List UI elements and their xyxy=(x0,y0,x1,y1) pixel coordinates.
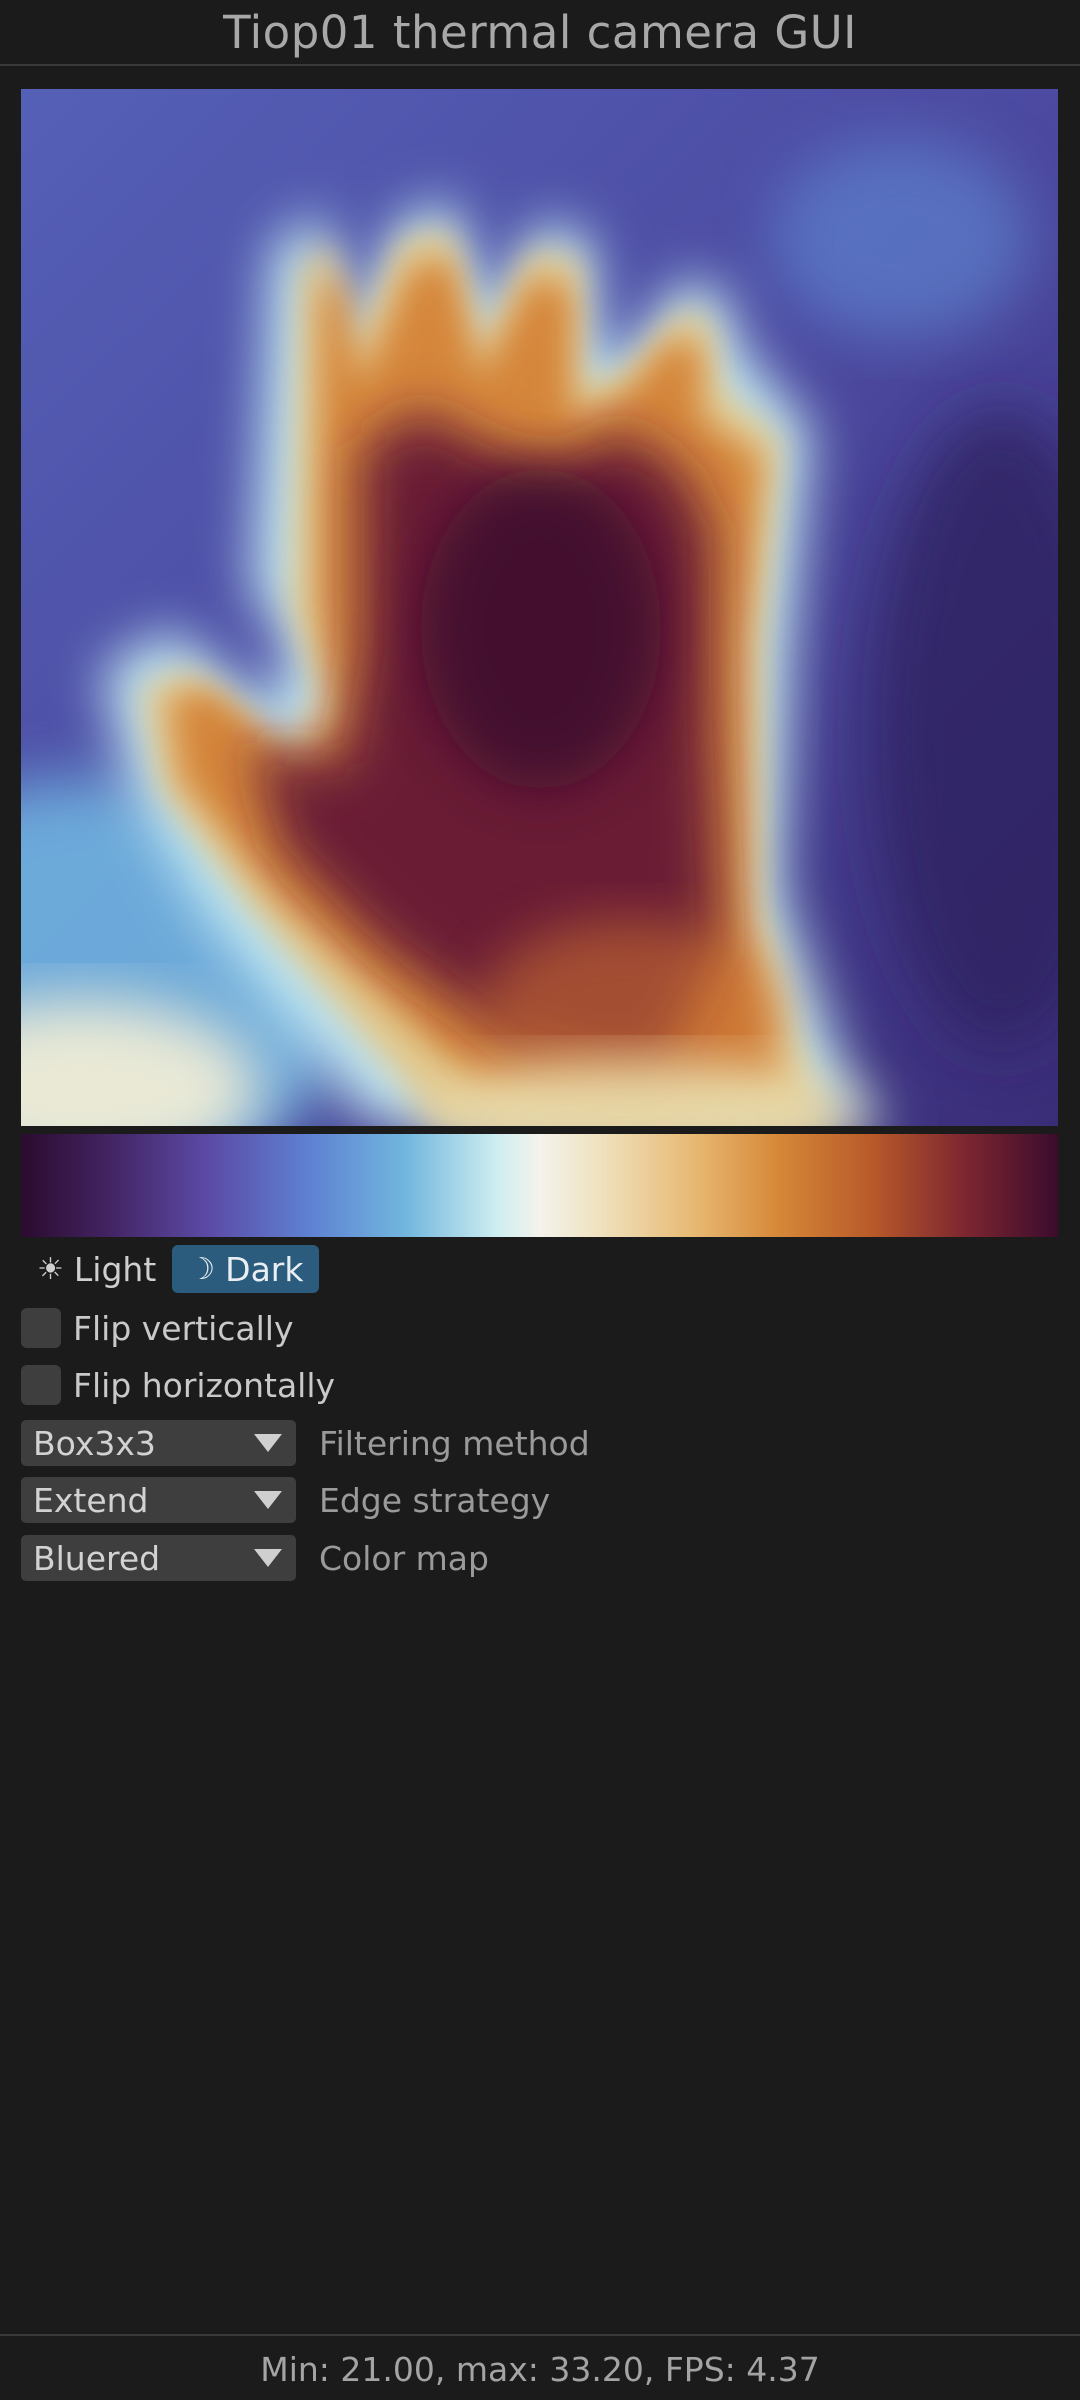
status-bar: Min: 21.00, max: 33.20, FPS: 4.37 xyxy=(0,2334,1080,2400)
status-text: Min: 21.00, max: 33.20, FPS: 4.37 xyxy=(260,2349,820,2389)
flip-vertically-option[interactable]: Flip vertically xyxy=(21,1305,294,1351)
color-map-label: Color map xyxy=(319,1538,489,1578)
color-map-dropdown[interactable]: Bluered xyxy=(21,1535,296,1581)
edge-strategy-label: Edge strategy xyxy=(319,1480,551,1520)
thermal-image xyxy=(21,89,1058,1126)
filtering-method-label: Filtering method xyxy=(319,1423,590,1463)
dropdown-arrow-icon xyxy=(254,1549,282,1567)
color-map-row: Bluered Color map xyxy=(21,1535,489,1581)
app-title: Tiop01 thermal camera GUI xyxy=(223,5,857,59)
thermal-image-canvas xyxy=(21,89,1058,1126)
dark-theme-label: Dark xyxy=(225,1249,304,1289)
theme-switcher: ☀ Light ☽ Dark xyxy=(21,1245,320,1293)
flip-vertically-checkbox[interactable] xyxy=(21,1308,61,1348)
dropdown-arrow-icon xyxy=(254,1434,282,1452)
flip-horizontally-checkbox[interactable] xyxy=(21,1365,61,1405)
light-theme-label: Light xyxy=(73,1249,157,1289)
color-map-value: Bluered xyxy=(33,1538,161,1578)
dropdown-arrow-icon xyxy=(254,1491,282,1509)
flip-horizontally-option[interactable]: Flip horizontally xyxy=(21,1362,335,1408)
edge-strategy-dropdown[interactable]: Extend xyxy=(21,1477,296,1523)
edge-strategy-value: Extend xyxy=(33,1480,149,1520)
color-scale-bar xyxy=(21,1134,1058,1237)
title-bar: Tiop01 thermal camera GUI xyxy=(0,0,1080,66)
filtering-method-dropdown[interactable]: Box3x3 xyxy=(21,1420,296,1466)
moon-icon: ☽ xyxy=(188,1251,216,1287)
light-theme-button[interactable]: ☀ Light xyxy=(21,1245,172,1293)
flip-horizontally-label: Flip horizontally xyxy=(73,1365,336,1405)
sun-icon: ☀ xyxy=(37,1251,64,1287)
edge-strategy-row: Extend Edge strategy xyxy=(21,1477,550,1523)
flip-vertically-label: Flip vertically xyxy=(73,1308,294,1348)
dark-theme-button[interactable]: ☽ Dark xyxy=(172,1245,320,1293)
filtering-method-row: Box3x3 Filtering method xyxy=(21,1420,590,1466)
filtering-method-value: Box3x3 xyxy=(33,1423,156,1463)
